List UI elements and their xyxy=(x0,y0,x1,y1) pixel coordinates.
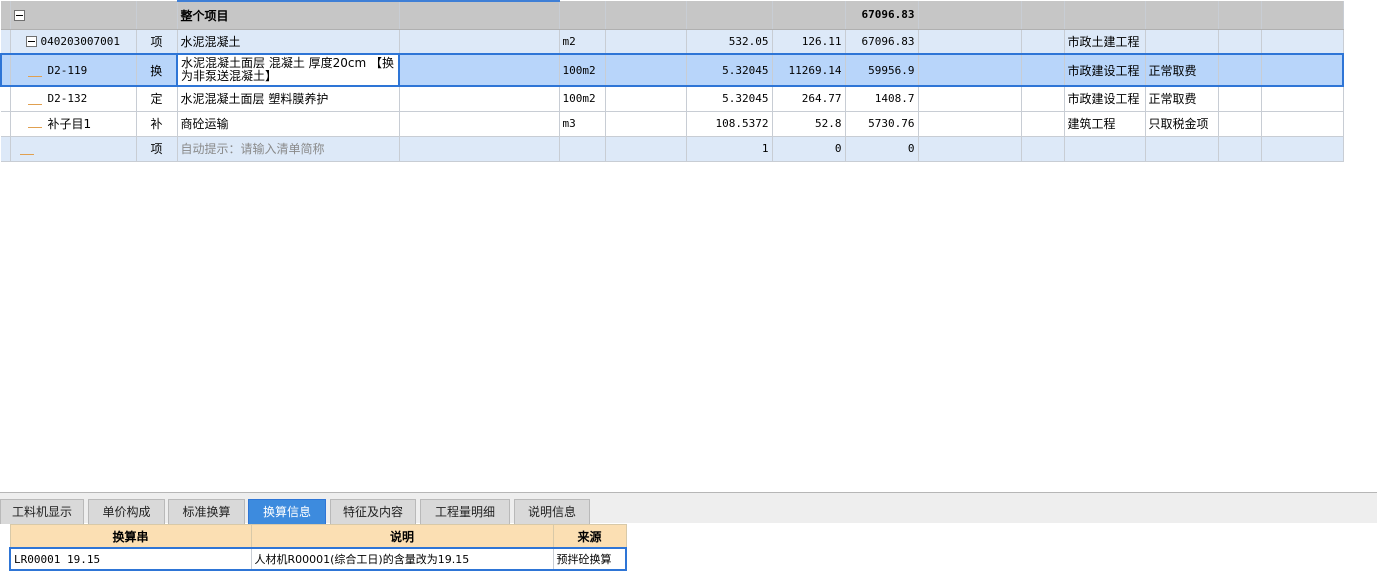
row-code: 补子目1 xyxy=(47,117,92,131)
budget-grid: 整个项目 67096.83 040203007001 项 水泥混凝土 m2 53… xyxy=(0,0,1344,162)
row-unit[interactable]: m2 xyxy=(559,29,606,55)
row-code: 040203007001 xyxy=(40,34,120,48)
tree-connector xyxy=(27,64,42,77)
row-unit[interactable] xyxy=(559,136,606,162)
conversion-header-row: 换算串 说明 来源 xyxy=(9,524,627,549)
row-specialty[interactable]: 建筑工程 xyxy=(1064,111,1146,137)
row-price[interactable]: 0 xyxy=(772,136,846,162)
row-price[interactable]: 264.77 xyxy=(772,86,846,112)
row-total: 67096.83 xyxy=(845,29,919,55)
tab-description-info[interactable]: 说明信息 xyxy=(514,499,590,524)
row-name[interactable]: 商砼运输 xyxy=(177,111,400,137)
header-source: 来源 xyxy=(552,524,627,549)
row-specialty[interactable]: 市政建设工程 xyxy=(1064,86,1146,112)
tab-conversion-info[interactable]: 换算信息 xyxy=(248,499,326,524)
row-specialty[interactable]: 市政土建工程 xyxy=(1064,29,1146,55)
table-row[interactable]: 040203007001 项 水泥混凝土 m2 532.05 126.11 67… xyxy=(1,29,1344,55)
collapse-toggle-icon[interactable] xyxy=(25,36,37,48)
row-unit[interactable]: 100m2 xyxy=(559,53,606,87)
row-specialty[interactable]: 市政建设工程 xyxy=(1064,53,1146,87)
tree-connector xyxy=(27,92,42,106)
row-qty[interactable]: 1 xyxy=(686,136,773,162)
project-name: 整个项目 xyxy=(177,0,400,30)
row-unit[interactable]: 100m2 xyxy=(559,86,606,112)
row-specialty[interactable] xyxy=(1064,136,1146,162)
conversion-info-table: 换算串 说明 来源 LR00001 19.15 人材机R00001(综合工日)的… xyxy=(9,524,627,571)
row-total: 1408.7 xyxy=(845,86,919,112)
tab-standard-conversion[interactable]: 标准换算 xyxy=(168,499,245,524)
tab-labor-material-machine[interactable]: 工料机显示 xyxy=(0,499,84,524)
tab-quantity-detail[interactable]: 工程量明细 xyxy=(420,499,510,524)
tree-connector xyxy=(19,142,34,155)
tree-connector xyxy=(27,115,42,128)
row-code: D2-119 xyxy=(47,63,88,77)
tab-unit-price-composition[interactable]: 单价构成 xyxy=(88,499,165,524)
collapse-toggle-icon[interactable] xyxy=(13,9,25,21)
project-total: 67096.83 xyxy=(845,1,919,30)
row-qty[interactable]: 532.05 xyxy=(686,29,773,55)
tab-features-content[interactable]: 特征及内容 xyxy=(330,499,416,524)
table-row[interactable]: D2-132 定 水泥混凝土面层 塑料膜养护 100m2 5.32045 264… xyxy=(1,86,1344,112)
row-qty[interactable]: 108.5372 xyxy=(686,111,773,137)
row-type: 项 xyxy=(136,136,178,162)
row-name-hint[interactable]: 自动提示：请输入清单简称 xyxy=(177,136,400,162)
row-type: 定 xyxy=(136,86,178,112)
row-price[interactable]: 11269.14 xyxy=(772,53,846,87)
row-type: 项 xyxy=(136,29,178,55)
row-qty[interactable]: 5.32045 xyxy=(686,53,773,87)
row-fee[interactable]: 正常取费 xyxy=(1145,86,1219,112)
row-name[interactable]: 水泥混凝土 xyxy=(177,29,400,55)
row-type: 换 xyxy=(136,53,178,87)
row-price[interactable]: 126.11 xyxy=(772,29,846,55)
conversion-string[interactable]: LR00001 19.15 xyxy=(9,547,252,571)
row-code: D2-132 xyxy=(47,92,88,106)
row-total: 59956.9 xyxy=(845,53,919,87)
row-fee[interactable]: 正常取费 xyxy=(1145,53,1219,87)
row-fee[interactable] xyxy=(1145,136,1219,162)
project-total-row[interactable]: 整个项目 67096.83 xyxy=(1,0,1344,30)
table-row[interactable]: 补子目1 补 商砼运输 m3 108.5372 52.8 5730.76 建筑工… xyxy=(1,111,1344,137)
row-qty[interactable]: 5.32045 xyxy=(686,86,773,112)
row-total: 0 xyxy=(845,136,919,162)
conversion-row[interactable]: LR00001 19.15 人材机R00001(综合工日)的含量改为19.15 … xyxy=(9,547,627,571)
conversion-description[interactable]: 人材机R00001(综合工日)的含量改为19.15 xyxy=(250,547,554,571)
header-description: 说明 xyxy=(250,524,554,549)
budget-table: 整个项目 67096.83 040203007001 项 水泥混凝土 m2 53… xyxy=(0,0,1344,162)
table-row-selected[interactable]: D2-119 换 水泥混凝土面层 混凝土 厚度20cm 【换为非泵送混凝土】 1… xyxy=(0,53,1344,87)
row-name[interactable]: 水泥混凝土面层 塑料膜养护 xyxy=(177,86,400,112)
row-price[interactable]: 52.8 xyxy=(772,111,846,137)
detail-panel: 工料机显示 单价构成 标准换算 换算信息 特征及内容 工程量明细 说明信息 换算… xyxy=(0,492,1377,579)
row-fee[interactable]: 只取税金项 xyxy=(1145,111,1219,137)
row-name-editor[interactable]: 水泥混凝土面层 混凝土 厚度20cm 【换为非泵送混凝土】 xyxy=(176,53,400,87)
table-row-new[interactable]: 项 自动提示：请输入清单简称 1 0 0 xyxy=(1,136,1344,162)
row-total: 5730.76 xyxy=(845,111,919,137)
row-type: 补 xyxy=(136,111,178,137)
row-unit[interactable]: m3 xyxy=(559,111,606,137)
header-conversion-string: 换算串 xyxy=(9,524,252,549)
row-fee[interactable] xyxy=(1145,29,1219,55)
conversion-source[interactable]: 预拌砼换算 xyxy=(552,547,627,571)
conversion-info-table-wrap: 换算串 说明 来源 LR00001 19.15 人材机R00001(综合工日)的… xyxy=(9,524,627,571)
detail-tabbar: 工料机显示 单价构成 标准换算 换算信息 特征及内容 工程量明细 说明信息 xyxy=(0,492,1377,524)
